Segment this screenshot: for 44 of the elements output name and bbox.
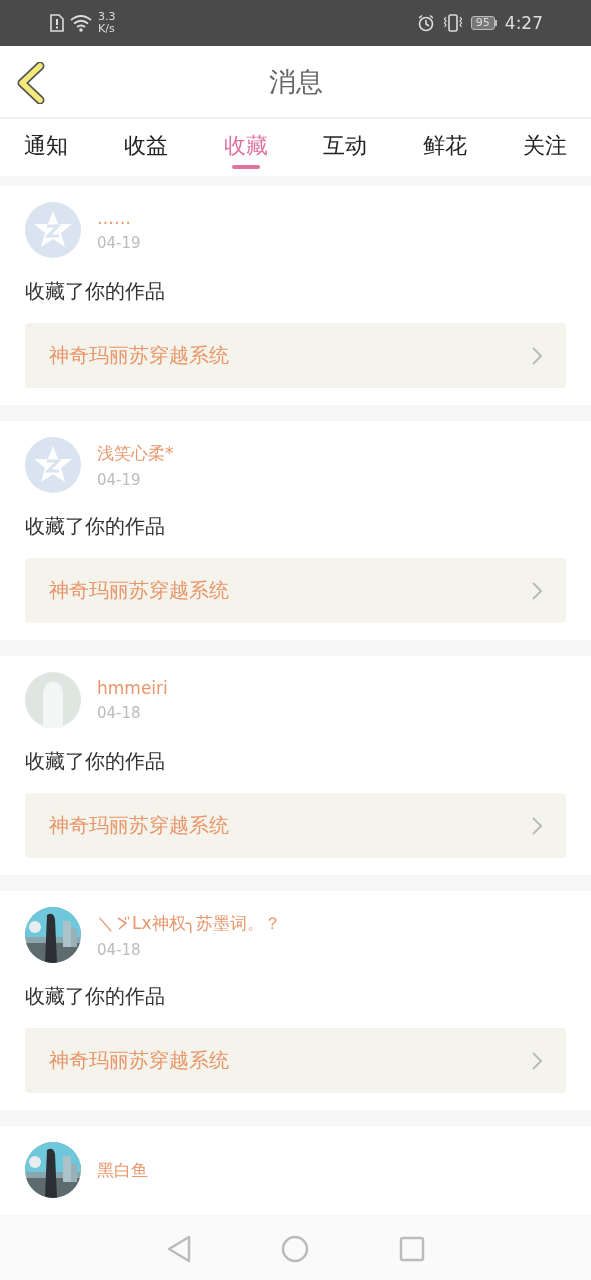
battery-icon: 95 xyxy=(470,16,497,30)
message-date: 04-18 xyxy=(97,940,142,959)
speed-value: 3.3 xyxy=(98,11,116,23)
tab[interactable]: 关注 xyxy=(523,119,567,176)
message-date: 04-18 xyxy=(97,704,142,722)
back-nav-icon[interactable] xyxy=(166,1235,191,1263)
chevron-right-icon xyxy=(532,1051,542,1070)
vibrate-icon xyxy=(442,14,463,32)
message-text: 收藏了你的作品 xyxy=(25,513,166,540)
user-name[interactable]: 浅笑心柔* xyxy=(97,441,174,465)
speed-unit: K/s xyxy=(98,23,116,35)
recents-nav-icon[interactable] xyxy=(398,1236,425,1262)
user-name[interactable]: ＼ Lx神权╮苏墨词。？ xyxy=(97,911,281,935)
message-text: 收藏了你的作品 xyxy=(25,983,166,1010)
user-name[interactable]: …… xyxy=(97,208,141,228)
avatar xyxy=(25,672,81,728)
avatar xyxy=(25,202,81,258)
work-link[interactable]: 神奇玛丽苏穿越系统 xyxy=(25,323,566,388)
alarm-icon xyxy=(416,14,435,32)
avatar xyxy=(25,437,81,493)
sim-alert-icon xyxy=(50,14,64,32)
work-link[interactable]: 神奇玛丽苏穿越系统 xyxy=(25,793,566,858)
page-title: 消息 xyxy=(268,64,323,99)
chevron-right-icon xyxy=(532,816,542,835)
message-date: 04-19 xyxy=(97,234,141,252)
message-text: 收藏了你的作品 xyxy=(25,278,166,305)
tab[interactable]: 收藏 xyxy=(223,119,268,176)
message-date: 04-19 xyxy=(97,470,142,489)
back-button[interactable] xyxy=(16,62,46,104)
chevron-right-icon xyxy=(532,346,542,365)
tab[interactable]: 互动 xyxy=(323,119,368,176)
clock: 4:27 xyxy=(504,13,543,33)
wifi-icon xyxy=(70,14,92,32)
message-text: 收藏了你的作品 xyxy=(25,748,166,775)
home-nav-icon[interactable] xyxy=(280,1235,309,1263)
work-link[interactable]: 神奇玛丽苏穿越系统 xyxy=(25,1028,566,1093)
tab[interactable]: 鲜花 xyxy=(423,119,468,176)
work-link[interactable]: 神奇玛丽苏穿越系统 xyxy=(25,558,566,623)
squiggle-icon xyxy=(116,914,130,931)
user-name[interactable]: 黑白鱼 xyxy=(97,1158,148,1182)
user-name[interactable]: hmmeiri xyxy=(97,678,168,698)
tab[interactable]: 收益 xyxy=(123,119,168,176)
tab[interactable]: 通知 xyxy=(24,119,68,176)
chevron-right-icon xyxy=(532,581,542,600)
